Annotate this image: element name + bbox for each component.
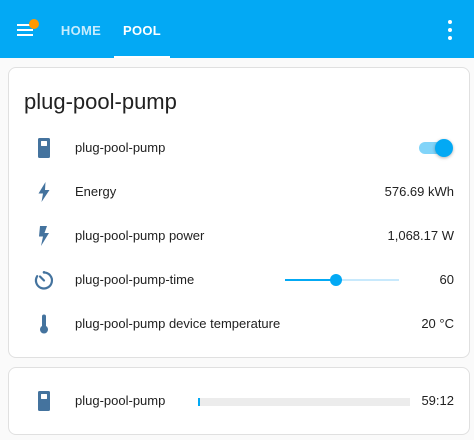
- flash-icon: [38, 182, 50, 202]
- dots-vertical-icon-dot: [448, 28, 452, 32]
- entity-name[interactable]: plug-pool-pump: [75, 393, 165, 408]
- flash-icon: [39, 226, 49, 246]
- toggle-knob: [435, 139, 453, 157]
- menu-button[interactable]: [12, 14, 44, 46]
- tab-home[interactable]: HOME: [54, 0, 108, 58]
- dots-vertical-icon: [448, 20, 452, 24]
- timer-remaining: 59:12: [421, 393, 454, 408]
- entity-row-switch[interactable]: plug-pool-pump: [9, 128, 469, 168]
- entity-value: 576.69 kWh: [384, 184, 454, 199]
- active-tab-indicator: [114, 56, 170, 58]
- entity-value: 20 °C: [421, 316, 454, 331]
- menu-icon-bar: [17, 29, 33, 31]
- slider-fill: [285, 279, 337, 281]
- timer-icon: [34, 271, 54, 290]
- tab-pool[interactable]: POOL: [114, 0, 170, 58]
- dots-vertical-icon-dot: [448, 36, 452, 40]
- timer-card: plug-pool-pump 59:12: [8, 367, 470, 435]
- timer-progress-fill: [198, 398, 201, 406]
- entity-row-energy[interactable]: Energy 576.69 kWh: [9, 172, 469, 212]
- timer-progress-bar: [198, 398, 410, 406]
- entity-name[interactable]: plug-pool-pump-time: [75, 272, 194, 287]
- app-header: HOME POOL: [0, 0, 474, 58]
- notification-dot: [29, 19, 39, 29]
- card-title: plug-pool-pump: [24, 89, 177, 114]
- entity-row-time[interactable]: plug-pool-pump-time 60: [9, 260, 469, 300]
- entity-value: 60: [439, 272, 454, 287]
- slider-thumb[interactable]: [330, 274, 343, 286]
- time-slider[interactable]: [285, 270, 399, 290]
- power-socket-icon: [38, 138, 50, 158]
- entity-name[interactable]: Energy: [75, 184, 116, 199]
- entity-name[interactable]: plug-pool-pump device temperature: [75, 316, 280, 331]
- entities-card: plug-pool-pump plug-pool-pump Energy 576…: [8, 67, 470, 358]
- entity-row-power[interactable]: plug-pool-pump power 1,068.17 W: [9, 216, 469, 256]
- pump-toggle-switch[interactable]: [417, 138, 453, 158]
- entity-row-temperature[interactable]: plug-pool-pump device temperature 20 °C: [9, 304, 469, 344]
- thermometer-icon: [40, 314, 48, 334]
- entity-name[interactable]: plug-pool-pump: [75, 140, 165, 155]
- menu-icon-bar: [17, 34, 33, 36]
- entity-value: 1,068.17 W: [387, 228, 455, 243]
- power-socket-icon: [38, 391, 50, 411]
- overflow-menu-button[interactable]: [438, 18, 462, 44]
- entity-name[interactable]: plug-pool-pump power: [75, 228, 204, 243]
